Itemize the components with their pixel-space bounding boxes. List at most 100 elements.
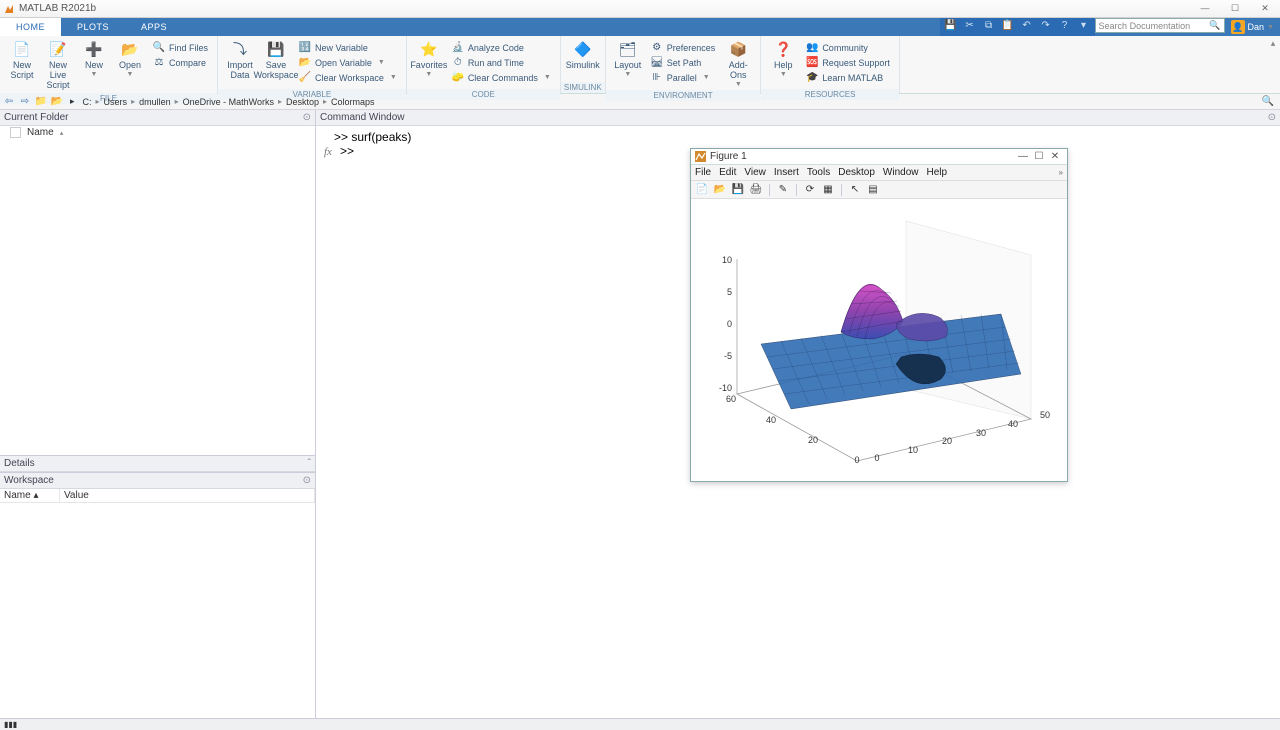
request-support-button[interactable]: 🆘Request Support <box>803 55 893 70</box>
new-variable-button[interactable]: 🔢New Variable <box>296 40 400 55</box>
close-button[interactable]: ✕ <box>1259 3 1271 15</box>
toggle-toolstrip-icon[interactable]: ▾ <box>1077 20 1091 34</box>
minimize-toolstrip-button[interactable]: ▴ <box>1266 36 1280 93</box>
help-button[interactable]: ❓Help▼ <box>765 38 801 79</box>
figure-maximize-button[interactable]: ☐ <box>1031 151 1047 162</box>
open-button[interactable]: 📂Open▼ <box>112 38 148 79</box>
figure-menu-file[interactable]: File <box>695 167 711 178</box>
layout-button[interactable]: 🗂Layout▼ <box>610 38 646 79</box>
figure-menu-tools[interactable]: Tools <box>807 167 830 178</box>
find-files-button[interactable]: 🔍Find Files <box>150 40 211 55</box>
breadcrumb-seg[interactable]: Users <box>100 97 132 107</box>
search-documentation-input[interactable]: Search Documentation 🔍 <box>1095 18 1225 33</box>
browse-folder-button[interactable]: 📂 <box>50 96 64 108</box>
tab-plots[interactable]: PLOTS <box>61 18 125 36</box>
figure-menu-insert[interactable]: Insert <box>774 167 799 178</box>
simulink-button[interactable]: 🔷Simulink <box>565 38 601 71</box>
back-button[interactable]: ⇦ <box>2 96 16 108</box>
simulink-icon: 🔷 <box>573 40 593 60</box>
search-icon[interactable]: 🔍 <box>1209 20 1220 31</box>
details-header[interactable]: Details ˆ <box>0 456 315 472</box>
breadcrumb-root-icon[interactable]: ▸ <box>66 96 79 107</box>
tab-apps[interactable]: APPS <box>125 18 183 36</box>
fx-icon[interactable]: fx <box>324 146 340 158</box>
figure-menu-window[interactable]: Window <box>883 167 919 178</box>
ribbon-group-environment: 🗂Layout▼ ⚙Preferences 🛤Set Path ⊪Paralle… <box>606 36 762 93</box>
run-and-time-button[interactable]: ⏱Run and Time <box>449 55 554 70</box>
breadcrumb-seg[interactable]: OneDrive - MathWorks <box>179 97 278 107</box>
breadcrumb[interactable]: ▸ C:▸ Users▸ dmullen▸ OneDrive - MathWor… <box>66 96 379 107</box>
clear-commands-button[interactable]: 🧽Clear Commands▼ <box>449 70 554 85</box>
set-path-button[interactable]: 🛤Set Path <box>648 55 719 70</box>
edit-plot-icon[interactable]: ✎ <box>776 183 790 197</box>
sort-indicator-icon: ▴ <box>60 129 64 137</box>
clear-workspace-button[interactable]: 🧹Clear Workspace▼ <box>296 70 400 85</box>
figure-menu-edit[interactable]: Edit <box>719 167 736 178</box>
current-folder-col-header[interactable]: Name ▴ <box>0 126 315 139</box>
learn-matlab-button[interactable]: 🎓Learn MATLAB <box>803 70 893 85</box>
user-menu[interactable]: 👤 Dan ▼ <box>1225 18 1280 36</box>
new-live-script-button[interactable]: 📝New Live Script <box>40 38 76 91</box>
open-variable-button[interactable]: 📂Open Variable▼ <box>296 55 400 70</box>
paste-icon[interactable]: 📋 <box>1001 20 1015 34</box>
tab-home[interactable]: HOME <box>0 18 61 36</box>
help-tip-icon[interactable]: ? <box>1058 20 1072 34</box>
rotate-icon[interactable]: ⟳ <box>803 183 817 197</box>
workspace-body[interactable] <box>0 503 315 718</box>
up-folder-button[interactable]: 📁 <box>34 96 48 108</box>
command-line: >> surf(peaks) <box>324 130 1272 144</box>
figure-axes[interactable]: 10 5 0 -5 -10 60 40 20 0 0 10 20 30 <box>691 199 1067 481</box>
minimize-button[interactable]: — <box>1199 3 1211 15</box>
ribbon-group-label-code: CODE <box>407 89 560 100</box>
svg-text:40: 40 <box>1008 419 1018 429</box>
parallel-button[interactable]: ⊪Parallel▼ <box>648 70 719 85</box>
breadcrumb-seg[interactable]: dmullen <box>135 97 175 107</box>
current-folder-actions-icon[interactable]: ⊙ <box>303 112 311 123</box>
command-window-header[interactable]: Command Window ⊙ <box>316 110 1280 126</box>
pointer-icon[interactable]: ↖ <box>848 183 862 197</box>
save-figure-icon[interactable]: 💾 <box>731 183 745 197</box>
workspace-actions-icon[interactable]: ⊙ <box>303 475 311 486</box>
figure-minimize-button[interactable]: — <box>1015 151 1031 162</box>
details-expand-icon[interactable]: ˆ <box>308 458 311 469</box>
breadcrumb-seg[interactable]: C: <box>79 97 96 107</box>
svg-text:10: 10 <box>722 255 732 265</box>
analyze-code-button[interactable]: 🔬Analyze Code <box>449 40 554 55</box>
undo-icon[interactable]: ↶ <box>1020 20 1034 34</box>
breadcrumb-seg[interactable]: Colormaps <box>327 97 379 107</box>
datatip-icon[interactable]: ▦ <box>821 183 835 197</box>
save-icon[interactable]: 💾 <box>944 20 958 34</box>
breadcrumb-seg[interactable]: Desktop <box>282 97 323 107</box>
new-figure-icon[interactable]: 📄 <box>695 183 709 197</box>
current-folder-body[interactable]: Name ▴ <box>0 126 315 455</box>
new-script-button[interactable]: 📄New Script <box>4 38 40 81</box>
command-window-actions-icon[interactable]: ⊙ <box>1268 112 1276 123</box>
open-figure-icon[interactable]: 📂 <box>713 183 727 197</box>
addons-button[interactable]: 📦Add-Ons▼ <box>720 38 756 88</box>
figure-titlebar[interactable]: Figure 1 — ☐ ✕ <box>691 149 1067 165</box>
search-path-icon[interactable]: 🔍 <box>1258 96 1278 107</box>
maximize-button[interactable]: ☐ <box>1229 3 1241 15</box>
new-button[interactable]: ➕New▼ <box>76 38 112 79</box>
copy-icon[interactable]: ⧉ <box>982 20 996 34</box>
forward-button[interactable]: ⇨ <box>18 96 32 108</box>
compare-button[interactable]: ⚖Compare <box>150 55 211 70</box>
favorites-button[interactable]: ⭐Favorites▼ <box>411 38 447 79</box>
preferences-button[interactable]: ⚙Preferences <box>648 40 719 55</box>
community-button[interactable]: 👥Community <box>803 40 893 55</box>
redo-icon[interactable]: ↷ <box>1039 20 1053 34</box>
current-folder-header[interactable]: Current Folder ⊙ <box>0 110 315 126</box>
figure-close-button[interactable]: ✕ <box>1047 151 1063 162</box>
figure-menu-desktop[interactable]: Desktop <box>838 167 875 178</box>
save-workspace-button[interactable]: 💾Save Workspace <box>258 38 294 81</box>
workspace-column-header[interactable]: Name ▴ Value <box>0 489 315 503</box>
workspace-header[interactable]: Workspace ⊙ <box>0 473 315 489</box>
figure-window[interactable]: Figure 1 — ☐ ✕ File Edit View Insert Too… <box>690 148 1068 482</box>
insert-legend-icon[interactable]: ▤ <box>866 183 880 197</box>
figure-menu-help[interactable]: Help <box>927 167 948 178</box>
new-live-script-icon: 📝 <box>48 40 68 60</box>
figure-menu-more-icon[interactable]: » <box>1059 168 1063 177</box>
figure-menu-view[interactable]: View <box>744 167 766 178</box>
print-figure-icon[interactable]: 🖨 <box>749 183 763 197</box>
cut-icon[interactable]: ✂ <box>963 20 977 34</box>
